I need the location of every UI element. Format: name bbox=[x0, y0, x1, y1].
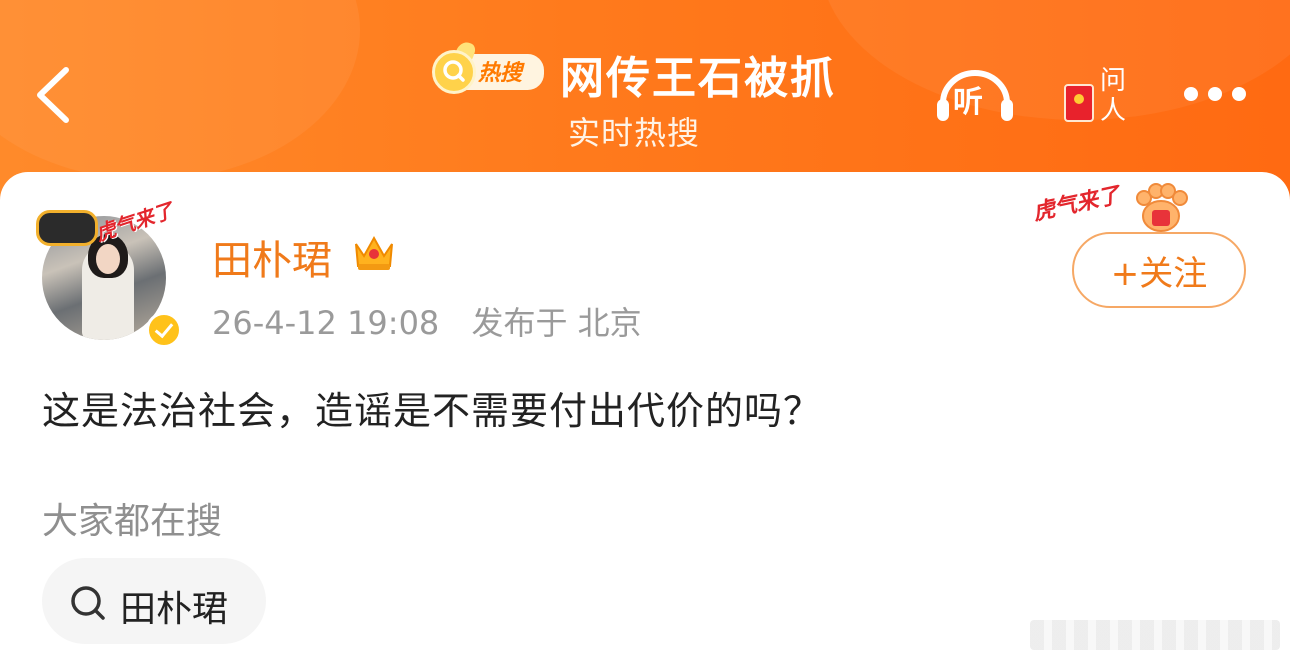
ask-button[interactable]: 问 人 bbox=[1060, 58, 1140, 128]
listen-label: 听 bbox=[953, 85, 983, 120]
more-options-button[interactable] bbox=[1180, 84, 1250, 106]
related-search-chip-label: 田朴珺 bbox=[120, 589, 229, 630]
author-name[interactable]: 田朴珺 bbox=[212, 228, 332, 286]
post-location: 发布于 北京 bbox=[471, 304, 642, 342]
post-meta: 26-4-12 19:08 发布于 北京 bbox=[212, 298, 642, 344]
more-dot-icon bbox=[1184, 87, 1198, 101]
chevron-left-icon bbox=[37, 67, 69, 123]
back-button[interactable] bbox=[28, 60, 88, 130]
hot-search-badge: 热搜 bbox=[432, 39, 544, 94]
tiger-paw-icon bbox=[1136, 183, 1188, 232]
verified-badge-icon bbox=[146, 312, 182, 348]
badge-search-circle bbox=[432, 50, 476, 94]
more-dot-icon bbox=[1232, 87, 1246, 101]
badge-label: 热搜 bbox=[478, 61, 523, 86]
tiger-frame-icon bbox=[36, 210, 98, 246]
post-timestamp: 26-4-12 19:08 bbox=[212, 304, 440, 342]
post-body: 这是法治社会，造谣是不需要付出代价的吗？ bbox=[42, 389, 823, 433]
watermark bbox=[1030, 620, 1280, 650]
red-envelope-icon bbox=[1064, 84, 1094, 122]
weibo-post-page: 热搜 网传王石被抓 实时热搜 听 问 人 虎气来了 田朴珺 26-4-12 19… bbox=[0, 0, 1290, 670]
search-icon bbox=[443, 60, 465, 82]
listen-button[interactable]: 听 bbox=[935, 63, 1015, 127]
avatar-face bbox=[96, 244, 120, 274]
related-searches-label: 大家都在搜 bbox=[42, 501, 223, 542]
page-subtitle: 实时热搜 bbox=[568, 114, 701, 152]
page-title: 网传王石被抓 bbox=[560, 53, 836, 104]
follow-button[interactable]: +关注 bbox=[1072, 232, 1246, 308]
ask-label-bottom: 人 bbox=[1100, 96, 1127, 126]
author-avatar[interactable]: 虎气来了 bbox=[32, 190, 182, 350]
crown-icon bbox=[355, 235, 393, 270]
search-icon bbox=[71, 586, 105, 620]
related-search-chip[interactable]: 田朴珺 bbox=[42, 558, 266, 644]
more-dot-icon bbox=[1208, 87, 1222, 101]
